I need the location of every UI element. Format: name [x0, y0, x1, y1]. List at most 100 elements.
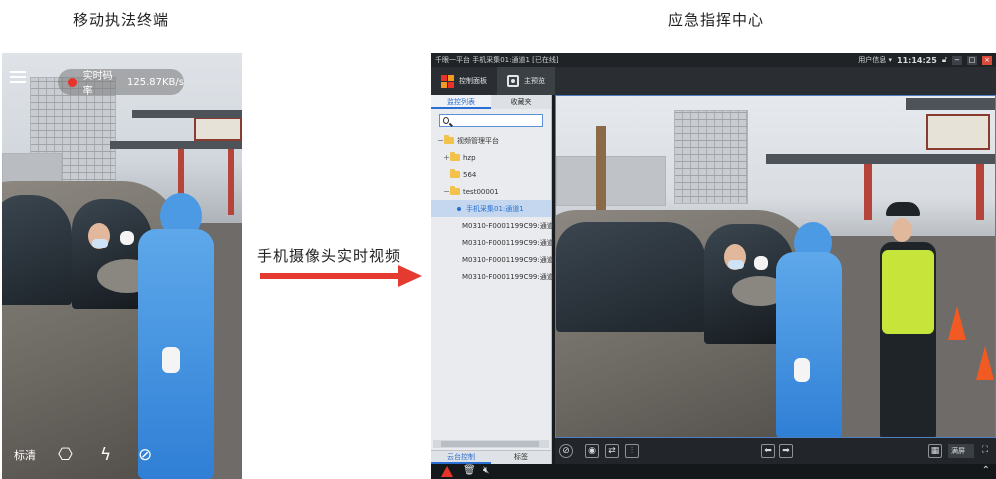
- video-toolbar: ⊘ ◉ ⇄ ⫶ ⬅ ➡ ▦ 满屏 ⛶: [555, 438, 996, 464]
- tree-item-channel[interactable]: M0310-F0001199C99:通道: [431, 251, 554, 268]
- caption-command-center: 应急指挥中心: [668, 11, 765, 29]
- search-box: [439, 114, 543, 127]
- glove: [794, 358, 810, 382]
- lock-icon[interactable]: 🔓︎: [942, 55, 947, 65]
- tree-item-channel[interactable]: M0310-F0001199C99:通道: [431, 268, 554, 285]
- face-mask: [728, 260, 744, 269]
- car-window: [556, 222, 706, 332]
- tree-item-root[interactable]: − 视频管理平台: [431, 132, 551, 149]
- menu-icon[interactable]: [10, 71, 26, 83]
- tab-main-preview[interactable]: 主预览: [497, 67, 555, 95]
- stop-preview-icon[interactable]: ⊘: [559, 444, 573, 458]
- traffic-cone: [948, 306, 966, 340]
- tab-label: 控制面板: [459, 77, 487, 85]
- close-button[interactable]: ×: [982, 55, 992, 65]
- gate-pillar: [228, 145, 234, 215]
- tree-item-label: M0310-F0001199C99:通道: [462, 255, 554, 264]
- folder-icon: [450, 152, 460, 161]
- gate-sign: [926, 114, 990, 150]
- tree-item-label: M0310-F0001199C99:通道: [462, 238, 554, 247]
- loop-icon[interactable]: ⇄: [605, 444, 619, 458]
- arrow-caption: 手机摄像头实时视频: [257, 247, 402, 265]
- expand-up-icon[interactable]: ⌃: [982, 465, 990, 476]
- gate-pillar: [976, 164, 984, 220]
- layout-icon[interactable]: ▦: [928, 444, 942, 458]
- gate-roof: [906, 98, 995, 110]
- next-page-icon[interactable]: ➡: [779, 444, 793, 458]
- protective-suit: [776, 252, 842, 437]
- glove: [120, 231, 134, 245]
- scrollbar-thumb[interactable]: [441, 441, 539, 447]
- car-window: [2, 195, 72, 305]
- search-input[interactable]: [452, 116, 542, 125]
- window-title: 千眼一平台 手机采集01:通道1 [已在线]: [435, 56, 559, 64]
- collapse-icon[interactable]: −: [437, 136, 444, 145]
- mute-icon[interactable]: 🔇︎: [483, 465, 489, 476]
- tab-control-panel[interactable]: 控制面板: [431, 67, 497, 95]
- tree-item-label: 视频管理平台: [457, 136, 499, 145]
- minimize-button[interactable]: −: [952, 55, 962, 65]
- tree-item-label: M0310-F0001199C99:通道: [462, 272, 554, 281]
- tree-item-label: test00001: [463, 187, 499, 196]
- user-menu[interactable]: 用户信息 ▾: [858, 55, 892, 65]
- phone-controls: 标清 ⎔ ϟ ⊘: [2, 443, 242, 467]
- disable-icon[interactable]: ⊘: [138, 445, 152, 465]
- sidebar-bottom-tabs: 云台控制 标签: [431, 450, 551, 464]
- flash-off-icon[interactable]: ϟ: [100, 445, 111, 465]
- phone-camera-view: [2, 53, 242, 479]
- tree-item-564[interactable]: 564: [431, 166, 551, 183]
- search-icon: [443, 117, 449, 124]
- command-center-window: 千眼一平台 手机采集01:通道1 [已在线] 用户信息 ▾ 11:14:25 🔓…: [431, 53, 996, 479]
- folder-icon: [450, 186, 460, 195]
- live-video-view[interactable]: [555, 95, 996, 438]
- reflective-vest: [882, 250, 934, 334]
- tab-favorites[interactable]: 收藏夹: [491, 95, 551, 109]
- screen-split-select[interactable]: 满屏: [948, 444, 974, 458]
- gate-roof: [766, 154, 995, 164]
- gate-roof: [110, 141, 242, 149]
- collapse-icon[interactable]: −: [443, 187, 450, 196]
- tree-item-channel-selected[interactable]: 手机采集01:通道1: [431, 200, 551, 217]
- bitrate-label: 实时码率: [82, 71, 113, 97]
- record-icon[interactable]: ◉: [585, 444, 599, 458]
- adjust-icon[interactable]: ⫶: [625, 444, 639, 458]
- building: [556, 156, 666, 206]
- tree-item-label: M0310-F0001199C99:通道: [462, 221, 554, 230]
- tree-item-channel[interactable]: M0310-F0001199C99:通道: [431, 217, 554, 234]
- folder-icon: [450, 169, 460, 178]
- horizontal-scrollbar[interactable]: [433, 440, 549, 448]
- clock: 11:14:25: [897, 55, 937, 65]
- arrow-shaft: [260, 273, 400, 279]
- alarm-icon[interactable]: [441, 466, 453, 477]
- gate-roof: [132, 110, 242, 118]
- tab-ptz-control[interactable]: 云台控制: [431, 451, 491, 464]
- arrow-right-icon: [398, 265, 422, 287]
- tree-item-channel[interactable]: M0310-F0001199C99:通道: [431, 234, 554, 251]
- tab-monitor-list[interactable]: 监控列表: [431, 95, 491, 109]
- bitrate-indicator: 实时码率 125.87KB/s: [58, 69, 184, 97]
- maximize-button[interactable]: □: [967, 55, 977, 65]
- video-quality-button[interactable]: 标清: [14, 447, 36, 463]
- main-tabs: 控制面板 主预览: [431, 67, 996, 95]
- building: [674, 110, 748, 204]
- tree-item-label: hzp: [463, 153, 476, 162]
- caption-mobile-terminal: 移动执法终端: [73, 11, 170, 29]
- previous-page-icon[interactable]: ⬅: [761, 444, 775, 458]
- camera-switch-icon[interactable]: ⎔: [58, 445, 73, 465]
- mobile-phone-screen: 实时码率 125.87KB/s 标清 ⎔ ϟ ⊘: [2, 53, 242, 479]
- fullscreen-icon[interactable]: ⛶: [978, 444, 992, 458]
- channel-online-icon: [457, 206, 461, 211]
- tree-item-label: 564: [463, 170, 477, 179]
- preview-icon: [507, 75, 519, 87]
- tree-item-hzp[interactable]: + hzp: [431, 149, 551, 166]
- tree-item-test00001[interactable]: − test00001: [431, 183, 551, 200]
- expand-icon[interactable]: +: [443, 153, 450, 162]
- delete-icon[interactable]: 🗑︎: [463, 465, 476, 476]
- tab-tags[interactable]: 标签: [491, 451, 551, 464]
- folder-icon: [444, 135, 454, 144]
- device-sidebar: 监控列表 收藏夹 − 视频管理平台 + hzp 564 − test00001 …: [431, 95, 554, 464]
- glove: [754, 256, 768, 270]
- tree-item-label: 手机采集01:通道1: [466, 204, 524, 213]
- glove: [162, 347, 180, 373]
- bitrate-value: 125.87KB/s: [127, 76, 184, 88]
